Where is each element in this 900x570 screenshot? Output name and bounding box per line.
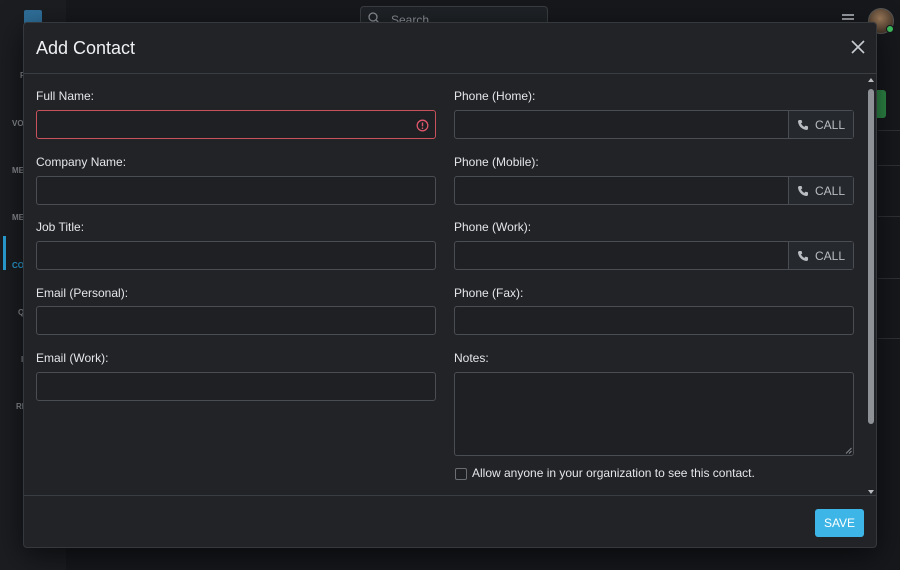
notes-textarea[interactable] (454, 372, 854, 456)
phone-work-input[interactable]: CALL (454, 241, 854, 270)
call-label: CALL (814, 183, 846, 198)
job-title-input[interactable] (36, 241, 436, 270)
phone-icon (797, 250, 808, 261)
add-contact-dialog: Add Contact Full Name: Company Name: Job… (23, 22, 877, 548)
call-home-button[interactable]: CALL (788, 111, 853, 138)
error-icon (416, 119, 429, 132)
dialog-title: Add Contact (36, 38, 136, 58)
divider (878, 130, 900, 131)
call-mobile-button[interactable]: CALL (788, 177, 853, 204)
dialog-scrollbar[interactable] (867, 77, 876, 495)
close-button[interactable] (850, 39, 866, 55)
sidebar-item-label[interactable]: VO (12, 119, 24, 128)
phone-work-label: Phone (Work): (454, 220, 532, 234)
notes-label: Notes: (454, 351, 489, 365)
divider (878, 338, 900, 339)
email-personal-input[interactable] (36, 306, 436, 335)
dialog-header: Add Contact (24, 23, 876, 74)
save-button[interactable]: SAVE (815, 509, 864, 537)
divider (878, 216, 900, 217)
full-name-label: Full Name: (36, 89, 95, 103)
phone-mobile-label: Phone (Mobile): (454, 155, 539, 169)
email-personal-label: Email (Personal): (36, 286, 129, 300)
dialog-body: Full Name: Company Name: Job Title: Emai… (24, 75, 868, 495)
scroll-up-icon[interactable] (868, 78, 874, 82)
online-status-indicator (886, 25, 894, 33)
phone-home-input[interactable]: CALL (454, 110, 854, 139)
phone-fax-input[interactable] (454, 306, 854, 335)
sidebar-active-indicator (3, 236, 6, 270)
full-name-input[interactable] (36, 110, 436, 139)
email-work-input[interactable] (36, 372, 436, 401)
scroll-down-icon[interactable] (868, 490, 874, 494)
scrollbar-thumb[interactable] (868, 89, 874, 424)
call-work-button[interactable]: CALL (788, 242, 853, 269)
resize-handle-icon[interactable] (845, 447, 852, 454)
close-icon (851, 40, 865, 54)
dialog-footer: SAVE (24, 495, 876, 548)
call-label: CALL (814, 117, 846, 132)
divider (878, 165, 900, 166)
share-contact-checkbox[interactable] (455, 468, 467, 480)
call-label: CALL (814, 248, 846, 263)
divider (878, 278, 900, 279)
phone-fax-label: Phone (Fax): (454, 286, 524, 300)
company-name-label: Company Name: (36, 155, 127, 169)
phone-icon (797, 185, 808, 196)
company-name-input[interactable] (36, 176, 436, 205)
share-contact-label[interactable]: Allow anyone in your organization to see… (472, 466, 755, 480)
phone-home-label: Phone (Home): (454, 89, 536, 103)
phone-mobile-input[interactable]: CALL (454, 176, 854, 205)
phone-icon (797, 119, 808, 130)
email-work-label: Email (Work): (36, 351, 109, 365)
job-title-label: Job Title: (36, 220, 85, 234)
